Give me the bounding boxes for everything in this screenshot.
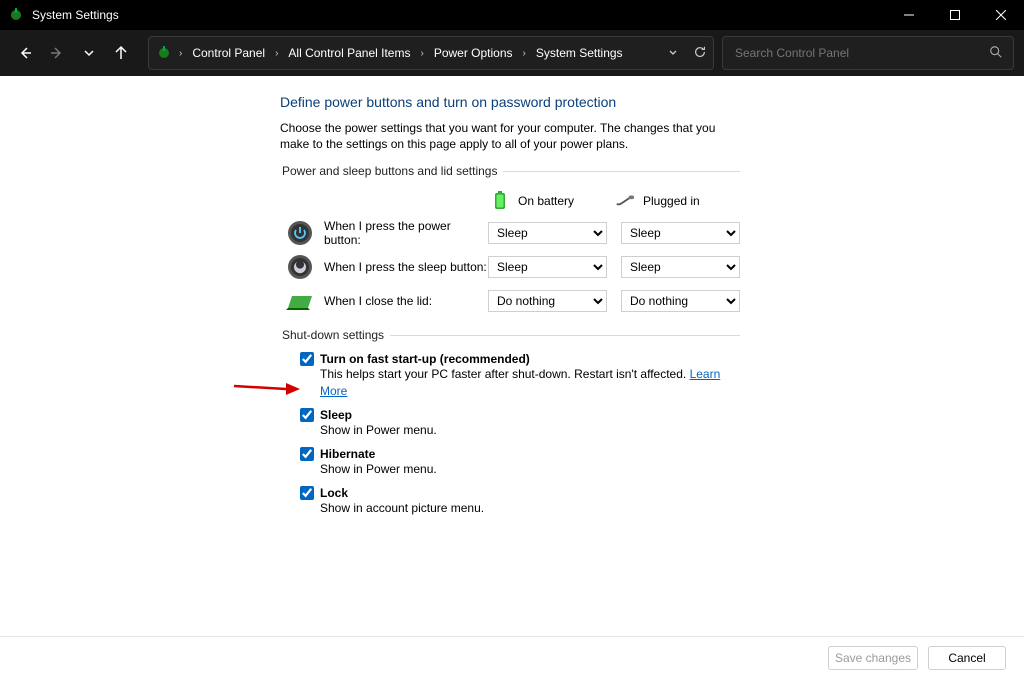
page-intro: Choose the power settings that you want … (280, 120, 740, 152)
search-input[interactable] (733, 45, 989, 61)
hibernate-checkbox[interactable] (300, 447, 314, 461)
close-button[interactable] (978, 0, 1024, 30)
battery-icon (490, 191, 510, 211)
chevron-right-icon: › (273, 48, 280, 59)
breadcrumb-item[interactable]: All Control Panel Items (284, 46, 414, 60)
save-button[interactable]: Save changes (828, 646, 918, 670)
shutdown-item-desc: Show in Power menu. (300, 461, 740, 478)
nav-forward-button[interactable] (42, 38, 72, 68)
sleep-button-icon (286, 253, 314, 281)
shutdown-item-fast-startup: Turn on fast start-up (recommended) This… (280, 350, 740, 406)
breadcrumb-item[interactable]: Control Panel (188, 46, 269, 60)
setting-row-sleep-button: When I press the sleep button: Do nothin… (280, 250, 740, 284)
power-button-plugged-select[interactable]: Do nothingSleepHibernateShut down (621, 222, 740, 244)
fast-startup-checkbox[interactable] (300, 352, 314, 366)
lid-icon (286, 287, 314, 315)
search-icon (989, 45, 1003, 62)
chevron-right-icon: › (418, 48, 425, 59)
app-icon (8, 7, 24, 23)
shutdown-item-sleep: Sleep Show in Power menu. (280, 406, 740, 445)
shutdown-item-hibernate: Hibernate Show in Power menu. (280, 445, 740, 484)
chevron-right-icon: › (521, 48, 528, 59)
chevron-down-icon[interactable] (667, 46, 679, 61)
window-title: System Settings (32, 8, 119, 22)
setting-row-power-button: When I press the power button: Do nothin… (280, 216, 740, 250)
nav-recent-button[interactable] (74, 38, 104, 68)
refresh-button[interactable] (693, 45, 707, 62)
nav-up-button[interactable] (106, 38, 136, 68)
setting-label: When I close the lid: (324, 294, 488, 308)
breadcrumb[interactable]: › Control Panel › All Control Panel Item… (148, 36, 714, 70)
shutdown-settings-section: Shut-down settings Turn on fast start-up… (280, 328, 740, 522)
power-buttons-section: Power and sleep buttons and lid settings… (280, 164, 740, 318)
breadcrumb-item[interactable]: System Settings (532, 46, 627, 60)
shutdown-item-title: Hibernate (320, 447, 375, 461)
breadcrumb-item[interactable]: Power Options (430, 46, 517, 60)
sleep-button-plugged-select[interactable]: Do nothingSleepHibernateShut down (621, 256, 740, 278)
setting-label: When I press the power button: (324, 219, 488, 247)
setting-row-lid: When I close the lid: Do nothingSleepHib… (280, 284, 740, 318)
shutdown-item-title: Turn on fast start-up (recommended) (320, 352, 530, 366)
column-header-plugged: Plugged in (643, 194, 700, 208)
plug-icon (615, 191, 635, 211)
column-header-battery: On battery (518, 194, 574, 208)
section-legend: Power and sleep buttons and lid settings (280, 164, 503, 178)
shutdown-item-desc: Show in Power menu. (300, 422, 740, 439)
shutdown-item-desc: Show in account picture menu. (300, 500, 740, 517)
lid-battery-select[interactable]: Do nothingSleepHibernateShut down (488, 290, 607, 312)
search-box[interactable] (722, 36, 1014, 70)
control-panel-icon (155, 44, 173, 62)
maximize-button[interactable] (932, 0, 978, 30)
power-button-icon (286, 219, 314, 247)
lid-plugged-select[interactable]: Do nothingSleepHibernateShut down (621, 290, 740, 312)
page-title: Define power buttons and turn on passwor… (280, 94, 740, 110)
cancel-button[interactable]: Cancel (928, 646, 1006, 670)
shutdown-item-title: Lock (320, 486, 348, 500)
chevron-right-icon: › (177, 48, 184, 59)
power-button-battery-select[interactable]: Do nothingSleepHibernateShut down (488, 222, 607, 244)
setting-label: When I press the sleep button: (324, 260, 488, 274)
sleep-button-battery-select[interactable]: Do nothingSleepHibernateShut down (488, 256, 607, 278)
shutdown-item-lock: Lock Show in account picture menu. (280, 484, 740, 523)
shutdown-item-title: Sleep (320, 408, 352, 422)
section-legend: Shut-down settings (280, 328, 390, 342)
lock-checkbox[interactable] (300, 486, 314, 500)
sleep-checkbox[interactable] (300, 408, 314, 422)
minimize-button[interactable] (886, 0, 932, 30)
nav-back-button[interactable] (10, 38, 40, 68)
shutdown-item-desc: This helps start your PC faster after sh… (320, 367, 690, 381)
